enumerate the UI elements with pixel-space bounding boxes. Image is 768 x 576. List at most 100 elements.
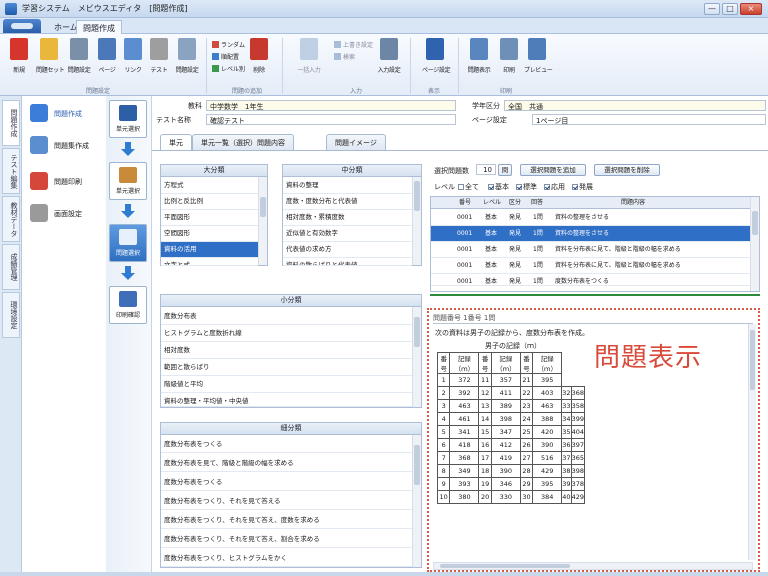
random-button[interactable]: ランダム <box>212 40 245 49</box>
list-item[interactable]: 代表値の求め方 <box>283 242 412 258</box>
unit-icon <box>119 105 137 121</box>
maximize-button[interactable]: □ <box>722 3 738 15</box>
preview-cell: 20 <box>478 490 492 504</box>
list-item[interactable]: 度数分布表をつくり、それを見て答え、度数を求める <box>161 513 412 529</box>
preview-cell: 9 <box>436 477 451 491</box>
list-item[interactable]: 相対度数 <box>161 343 412 359</box>
table-row[interactable]: 0001 基本 発見 1問 資料を分布表に見て、階級と階級の幅を求める <box>431 258 751 274</box>
preview-row: 6 418 16 412 26 390 36 397 <box>436 438 586 452</box>
list-item[interactable]: 資料の整理・平均値・中央値 <box>161 394 412 407</box>
preview-button[interactable]: プレビュー <box>524 38 553 82</box>
list-item[interactable]: 空間図形 <box>161 226 258 242</box>
order-button[interactable]: 順配置 <box>212 52 239 61</box>
scrollbar[interactable] <box>412 307 421 407</box>
vtab-environment[interactable]: 環境設定 <box>2 292 20 338</box>
delete-button[interactable]: 削除 <box>246 38 272 82</box>
list-item[interactable]: 資料の整理 <box>283 178 412 194</box>
page-setting-field[interactable]: 1ページ目 <box>532 114 766 125</box>
bulk-input-button[interactable]: 一括入力 <box>296 38 322 82</box>
list-item[interactable]: 方程式 <box>161 178 258 194</box>
list-item[interactable]: 度数分布表 <box>161 309 412 325</box>
list-item[interactable]: 相対度数・累積度数 <box>283 210 412 226</box>
tab-unit[interactable]: 単元 <box>160 134 192 151</box>
overwrite-button[interactable]: 上書き設定 <box>334 40 373 49</box>
test-name-field[interactable]: 確認テスト <box>206 114 456 125</box>
scrollbar[interactable] <box>412 435 421 567</box>
minimize-button[interactable]: — <box>704 3 720 15</box>
list-item[interactable]: 階級値と平均 <box>161 377 412 393</box>
tab-question-image[interactable]: 問題イメージ <box>326 134 386 150</box>
preview-cell: 4 <box>436 412 451 426</box>
list-item[interactable]: ヒストグラムと度数折れ線 <box>161 326 412 342</box>
page-setting-button[interactable]: ページ設定 <box>422 38 451 82</box>
remove-question-button[interactable]: 選択問題を削除 <box>594 164 660 176</box>
add-question-button[interactable]: 選択問題を追加 <box>520 164 586 176</box>
vtab-grades[interactable]: 成績管理 <box>2 244 20 290</box>
question-set-button[interactable]: 問題セット <box>36 38 65 82</box>
nav-panel: 問題作成 問題集作成 問題印刷 画面設定 <box>22 96 106 572</box>
scrollbar[interactable] <box>258 177 267 265</box>
input-setting-button[interactable]: 入力設定 <box>376 38 402 82</box>
question-count-field[interactable]: 10 <box>476 164 496 175</box>
filter-advanced[interactable]: 発展 <box>572 182 593 192</box>
scrollbar[interactable] <box>750 197 759 291</box>
table-row[interactable]: 0001 基本 発見 1問 資料の整理をさせる <box>431 210 751 226</box>
grade-field[interactable]: 全国 共通 <box>504 100 766 111</box>
list-item[interactable]: 文字と式 <box>161 258 258 266</box>
page-button[interactable]: ページ <box>94 38 120 82</box>
list-item[interactable]: 近似値と有効数字 <box>283 226 412 242</box>
vtab-question[interactable]: 問題作成 <box>2 100 20 146</box>
list-item[interactable]: 度数分布表を見て、階級と階級の幅を求める <box>161 456 412 472</box>
list-item[interactable]: 度数分布表をつくる <box>161 437 412 453</box>
filter-basic[interactable]: 基本 <box>488 182 509 192</box>
ribbon-separator <box>410 38 411 94</box>
list-item[interactable]: 度数分布表をつくり、それを見て答える <box>161 494 412 510</box>
print-button[interactable]: 印刷 <box>496 38 522 82</box>
close-button[interactable]: × <box>740 3 762 15</box>
flow-step-check[interactable]: 印刷確認 <box>109 286 147 324</box>
list-item-selected[interactable]: 資料の活用 <box>161 242 258 258</box>
table-row-selected[interactable]: 0001 基本 発見 1問 資料の整理をさせる <box>431 226 751 242</box>
link-button[interactable]: リンク <box>120 38 146 82</box>
list-item[interactable]: 比例と反比例 <box>161 194 258 210</box>
level-button[interactable]: レベル別 <box>212 64 245 73</box>
nav-item-workbook[interactable]: 問題集作成 <box>30 134 104 158</box>
app-icon <box>5 3 17 15</box>
question-display-button[interactable]: 問題表示 <box>466 38 492 82</box>
flow-step-unit2[interactable]: 単元選択 <box>109 162 147 200</box>
question-setting-button[interactable]: 問題設定 <box>66 38 92 82</box>
vtab-test[interactable]: テスト編集 <box>2 148 20 194</box>
question-setting2-button[interactable]: 問題設定 <box>174 38 200 82</box>
subject-field[interactable]: 中学数学 1年生 <box>206 100 456 111</box>
nav-item-screen[interactable]: 画面設定 <box>30 202 104 226</box>
table-row[interactable]: 0001 基本 発見 1問 度数分布表をつくる <box>431 274 751 286</box>
list-item[interactable]: 度数・度数分布と代表値 <box>283 194 412 210</box>
list-item[interactable]: 平面図形 <box>161 210 258 226</box>
ribbon-tab-question[interactable]: 問題作成 <box>76 20 122 34</box>
list-item[interactable]: 度数分布表をつくる <box>161 475 412 491</box>
horizontal-scrollbar[interactable] <box>433 562 753 570</box>
list-item[interactable]: 度数分布表をつくり、ヒストグラムをかく <box>161 551 412 567</box>
filter-applied[interactable]: 応用 <box>544 182 565 192</box>
test-button[interactable]: テスト <box>146 38 172 82</box>
list-item[interactable]: 度数分布表をつくり、それを見て答え、割合を求める <box>161 532 412 548</box>
filter-standard[interactable]: 標準 <box>516 182 537 192</box>
vtab-material[interactable]: 教材データ <box>2 196 20 242</box>
list-item[interactable]: 範囲と散らばり <box>161 360 412 376</box>
search-button[interactable]: 検索 <box>334 52 355 61</box>
flow-step-unit[interactable]: 単元選択 <box>109 100 147 138</box>
list-item[interactable]: 資料の散らばりと代表値 <box>283 258 412 266</box>
ribbon-separator <box>206 38 207 94</box>
scrollbar[interactable] <box>412 177 421 265</box>
nav-item-print[interactable]: 問題印刷 <box>30 170 104 194</box>
nav-item-question[interactable]: 問題作成 <box>30 102 104 126</box>
count-unit-dropdown[interactable]: 問 <box>498 164 512 176</box>
filter-all[interactable]: 全て <box>458 182 479 192</box>
new-button[interactable]: 新規 <box>6 38 32 82</box>
file-menu-button[interactable] <box>3 19 41 33</box>
vertical-scrollbar[interactable] <box>748 324 756 560</box>
table-row[interactable]: 0001 基本 発見 1問 資料を分布表に見て、階級と階級の幅を求める <box>431 242 751 258</box>
flow-step-select[interactable]: 問題選択 <box>109 224 147 262</box>
preview-row: 3 463 13 389 23 463 33 358 <box>436 399 586 413</box>
tab-unit-list[interactable]: 単元一覧（選択）問題内容 <box>192 134 294 150</box>
